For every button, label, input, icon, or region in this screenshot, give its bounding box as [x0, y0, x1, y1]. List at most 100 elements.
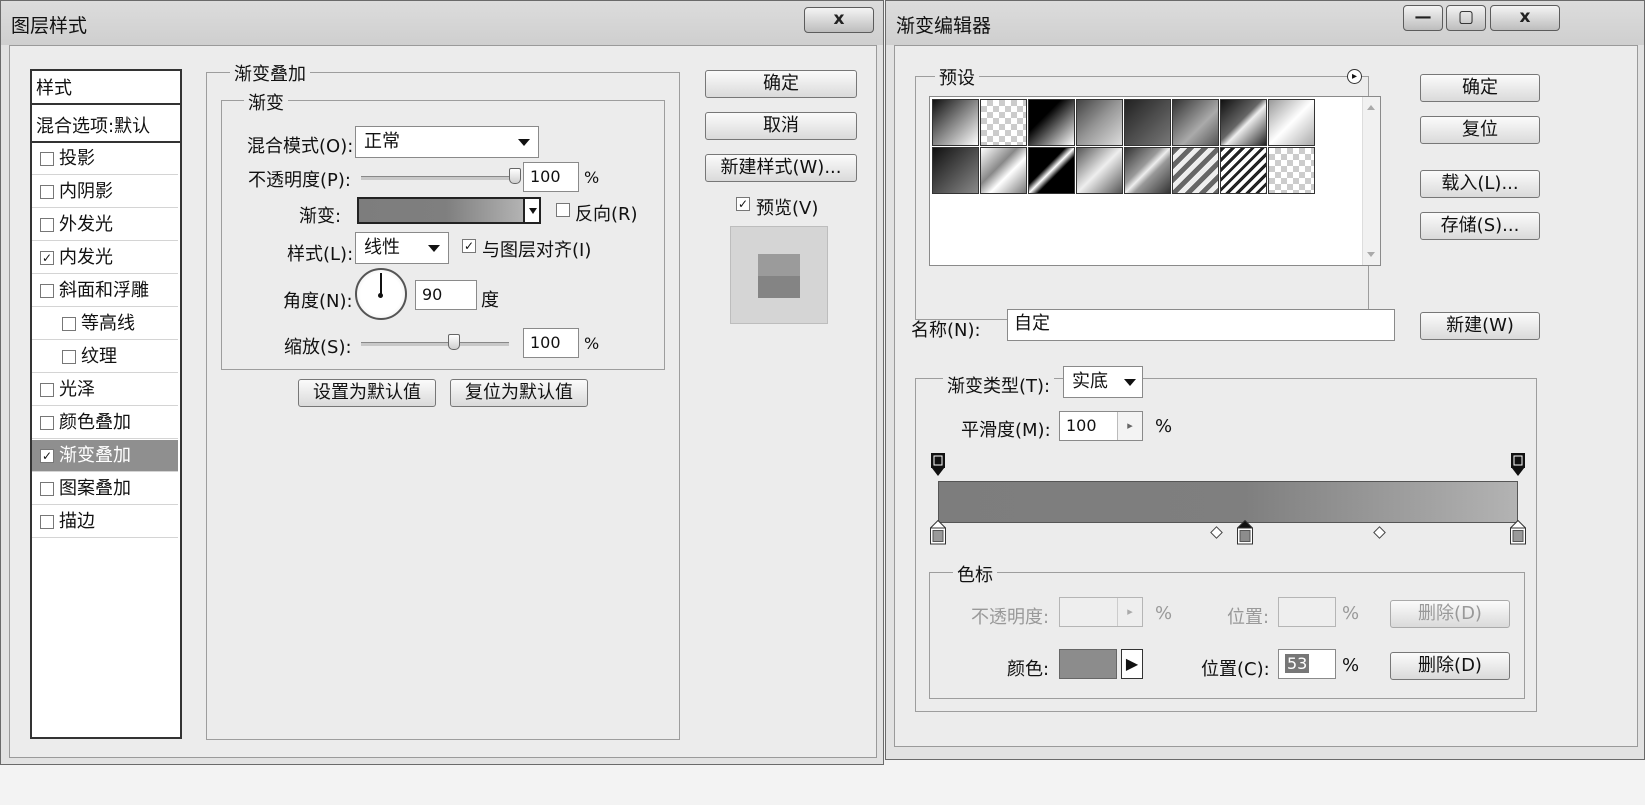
preset-swatch[interactable] — [1268, 99, 1315, 146]
color-stop[interactable] — [929, 519, 947, 545]
layer-style-body: 样式 混合选项:默认 投影 内阴影 外发光 ✓ 内发光 斜面和浮雕 等高线 纹理 光泽 颜色叠加 ✓… — [9, 45, 877, 758]
align-checkbox[interactable]: ✓ — [462, 239, 476, 253]
style-checkbox[interactable] — [40, 416, 54, 430]
angle-input[interactable]: 90 — [415, 280, 477, 310]
angle-dial-needle — [380, 273, 382, 295]
gradient-editor-titlebar[interactable]: 渐变编辑器 — ▢ x — [886, 1, 1644, 45]
preset-swatch[interactable] — [1124, 99, 1171, 146]
midpoint-diamond[interactable] — [1372, 526, 1386, 539]
style-item[interactable]: 等高线 — [32, 308, 178, 340]
name-input[interactable]: 自定 — [1007, 309, 1395, 341]
preset-swatch[interactable] — [980, 147, 1027, 194]
gradient-type-select[interactable]: 实底 — [1063, 366, 1143, 398]
scale-slider[interactable] — [361, 342, 509, 346]
style-checkbox[interactable] — [62, 350, 76, 364]
style-checkbox[interactable]: ✓ — [40, 449, 54, 463]
preset-swatch[interactable] — [1220, 147, 1267, 194]
style-item-label: 颜色叠加 — [59, 412, 131, 433]
smoothness-input[interactable]: 100 ▸ — [1059, 411, 1143, 441]
style-item[interactable]: 投影 — [32, 143, 178, 175]
stepper-icon[interactable]: ▸ — [1117, 412, 1142, 440]
reset-default-button[interactable]: 复位为默认值 — [450, 379, 588, 407]
gradient-picker-dropdown[interactable] — [525, 197, 541, 224]
blend-mode-select[interactable]: 正常 — [355, 126, 539, 158]
minimize-button[interactable]: — — [1403, 5, 1443, 31]
chevron-down-icon — [1124, 379, 1136, 386]
preset-swatch[interactable] — [1028, 99, 1075, 146]
preset-swatch[interactable] — [1172, 99, 1219, 146]
opacity-slider-thumb[interactable] — [509, 168, 521, 184]
preview-checkbox[interactable]: ✓ — [736, 197, 750, 211]
opacity-input[interactable]: 100 — [523, 162, 579, 192]
style-checkbox[interactable] — [40, 515, 54, 529]
preset-swatch[interactable] — [932, 99, 979, 146]
opacity-stops-row — [930, 451, 1525, 481]
preset-swatch[interactable] — [932, 147, 979, 194]
scale-slider-thumb[interactable] — [448, 334, 461, 350]
style-item[interactable]: ✓ 内发光 — [32, 242, 178, 274]
cancel-button[interactable]: 取消 — [705, 112, 857, 140]
preset-swatch[interactable] — [1220, 99, 1267, 146]
gradient-picker[interactable] — [357, 197, 525, 224]
color-delete-button[interactable]: 删除(D) — [1390, 652, 1510, 680]
style-item[interactable]: ✓ 渐变叠加 — [32, 440, 178, 472]
preset-swatch[interactable] — [1124, 147, 1171, 194]
reset-button[interactable]: 复位 — [1420, 116, 1540, 144]
preset-swatch[interactable] — [980, 99, 1027, 146]
save-button[interactable]: 存储(S)... — [1420, 212, 1540, 240]
style-item-label: 投影 — [59, 148, 95, 169]
opacity-slider[interactable] — [361, 176, 515, 180]
style-checkbox[interactable] — [40, 218, 54, 232]
gradient-bar[interactable] — [938, 481, 1518, 523]
close-button[interactable]: x — [804, 7, 874, 33]
blend-options-item[interactable]: 混合选项:默认 — [36, 112, 150, 138]
presets-scrollbar[interactable] — [1362, 97, 1380, 265]
style-item[interactable]: 描边 — [32, 506, 178, 538]
color-stop[interactable] — [1236, 519, 1255, 545]
load-button[interactable]: 载入(L)... — [1420, 170, 1540, 198]
style-item[interactable]: 外发光 — [32, 209, 178, 241]
color-swatch[interactable] — [1059, 649, 1117, 679]
stop-location-input[interactable]: 53 — [1278, 649, 1336, 679]
preview-label: 预览(V) — [756, 198, 819, 219]
preset-swatch[interactable] — [1268, 147, 1315, 194]
color-menu-button[interactable]: ▶ — [1121, 649, 1143, 679]
style-checkbox[interactable] — [40, 185, 54, 199]
ok-button[interactable]: 确定 — [705, 70, 857, 98]
style-checkbox[interactable] — [40, 284, 54, 298]
style-item[interactable]: 颜色叠加 — [32, 407, 178, 439]
style-checkbox[interactable] — [62, 317, 76, 331]
close-button[interactable]: x — [1490, 5, 1560, 31]
maximize-button[interactable]: ▢ — [1446, 5, 1486, 31]
style-item[interactable]: 内阴影 — [32, 176, 178, 208]
style-item[interactable]: 光泽 — [32, 374, 178, 406]
style-item[interactable]: 纹理 — [32, 341, 178, 373]
new-gradient-button[interactable]: 新建(W) — [1420, 312, 1540, 340]
style-select[interactable]: 线性 — [355, 232, 449, 264]
ok-button[interactable]: 确定 — [1420, 74, 1540, 102]
preset-swatch[interactable] — [1076, 99, 1123, 146]
style-checkbox[interactable]: ✓ — [40, 251, 54, 265]
style-item[interactable]: 图案叠加 — [32, 473, 178, 505]
style-checkbox[interactable] — [40, 152, 54, 166]
style-item[interactable]: 斜面和浮雕 — [32, 275, 178, 307]
preset-swatch[interactable] — [1028, 147, 1075, 194]
preset-swatch[interactable] — [1076, 147, 1123, 194]
preview-swatch — [758, 254, 800, 298]
new-style-button[interactable]: 新建样式(W)... — [705, 154, 857, 182]
scroll-up-icon[interactable] — [1367, 105, 1375, 110]
layer-style-titlebar[interactable]: 图层样式 x — [1, 1, 883, 45]
angle-dial[interactable] — [355, 268, 407, 320]
opacity-stop[interactable] — [931, 453, 945, 476]
opacity-stop[interactable] — [1511, 453, 1525, 476]
scale-input[interactable]: 100 — [523, 328, 579, 358]
set-default-button[interactable]: 设置为默认值 — [298, 379, 436, 407]
presets-menu-button[interactable]: ▸ — [1347, 69, 1362, 84]
color-stop[interactable] — [1509, 519, 1527, 545]
style-checkbox[interactable] — [40, 383, 54, 397]
style-checkbox[interactable] — [40, 482, 54, 496]
midpoint-diamond[interactable] — [1210, 526, 1224, 539]
scroll-down-icon[interactable] — [1367, 252, 1375, 257]
reverse-checkbox[interactable] — [556, 203, 570, 217]
preset-swatch[interactable] — [1172, 147, 1219, 194]
